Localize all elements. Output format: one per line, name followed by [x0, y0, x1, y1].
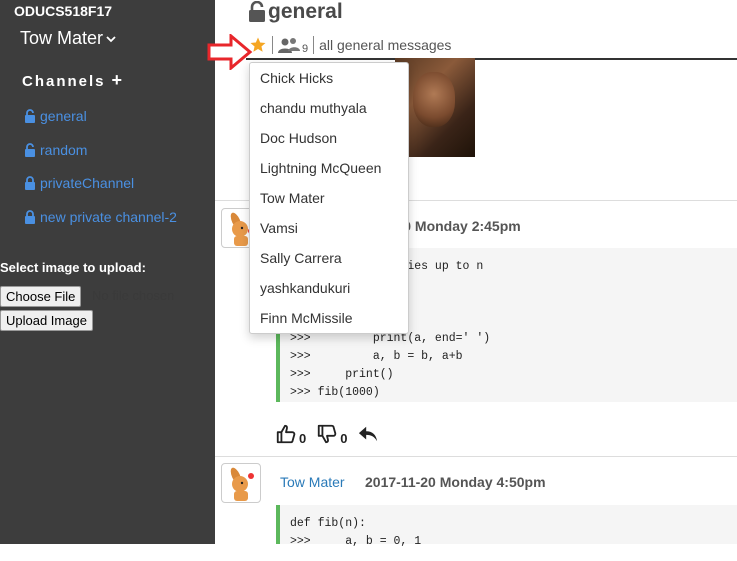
channel-title: general	[268, 0, 343, 23]
channels-heading-label: Channels	[22, 73, 106, 90]
channel-item-random[interactable]: random	[24, 140, 87, 160]
avatar[interactable]	[221, 463, 261, 503]
member-item[interactable]: Vamsi	[250, 213, 408, 243]
lock-icon	[25, 210, 35, 224]
user-menu[interactable]: Tow Mater	[20, 28, 117, 49]
members-dropdown: Chick Hicks chandu muthyala Doc Hudson L…	[249, 62, 409, 334]
member-item[interactable]: Lightning McQueen	[250, 153, 408, 183]
member-count: 9	[302, 43, 309, 55]
add-channel-icon[interactable]: +	[112, 70, 125, 90]
member-item[interactable]: Finn McMissile	[250, 303, 408, 333]
member-item[interactable]: Doc Hudson	[250, 123, 408, 153]
choose-file-button[interactable]: Choose File	[0, 286, 82, 307]
users-icon[interactable]	[278, 37, 300, 53]
channel-description: all general messages	[319, 37, 452, 53]
lock-icon	[25, 176, 35, 190]
code-block: def fib(n): >>> a, b = 0, 1	[276, 505, 737, 548]
code-text: def fib(n): >>> a, b = 0, 1	[290, 517, 422, 548]
unlock-icon	[25, 143, 35, 157]
upload-label: Select image to upload:	[0, 260, 146, 275]
channel-name: new private channel-2	[40, 209, 177, 225]
channel-item-privatechannel[interactable]: privateChannel	[24, 173, 134, 193]
member-item[interactable]: yashkandukuri	[250, 273, 408, 303]
member-item[interactable]: chandu muthyala	[250, 93, 408, 123]
member-item[interactable]: Sally Carrera	[250, 243, 408, 273]
member-item[interactable]: Tow Mater	[250, 183, 408, 213]
header-rule	[246, 58, 737, 60]
unlock-icon	[249, 1, 265, 22]
channel-item-general[interactable]: general	[24, 106, 87, 126]
divider	[272, 36, 273, 54]
team-name: ODUCS518F17	[14, 3, 113, 19]
channel-item-new-private-channel-2[interactable]: new private channel-2	[24, 207, 194, 227]
chevron-down-icon	[106, 35, 116, 42]
channels-heading: Channels +	[22, 70, 124, 91]
message-timestamp: 2017-11-20 Monday 4:50pm	[365, 474, 546, 490]
reply-icon[interactable]	[357, 424, 379, 444]
channel-subheader: 9 all general messages	[249, 36, 452, 55]
message-author[interactable]: Tow Mater	[280, 474, 345, 490]
message-separator	[215, 456, 737, 457]
channel-name: general	[40, 108, 87, 124]
unlock-icon	[25, 109, 35, 123]
channel-name: random	[40, 142, 88, 158]
message-actions: 0 0	[275, 423, 379, 446]
sidebar: ODUCS518F17 Tow Mater Channels + general …	[0, 0, 215, 544]
thumbs-up-icon[interactable]	[275, 423, 297, 445]
arrow-icon	[207, 34, 253, 70]
like-count: 0	[299, 430, 307, 446]
member-item[interactable]: Chick Hicks	[250, 63, 408, 93]
divider	[313, 36, 315, 54]
user-name: Tow Mater	[20, 28, 104, 48]
channel-name: privateChannel	[40, 175, 135, 191]
dislike-count: 0	[340, 430, 348, 446]
thumbs-down-icon[interactable]	[316, 423, 338, 445]
page-title: general	[248, 0, 343, 24]
no-file-text: No file chosen	[92, 288, 175, 303]
upload-image-button[interactable]: Upload Image	[0, 310, 93, 331]
